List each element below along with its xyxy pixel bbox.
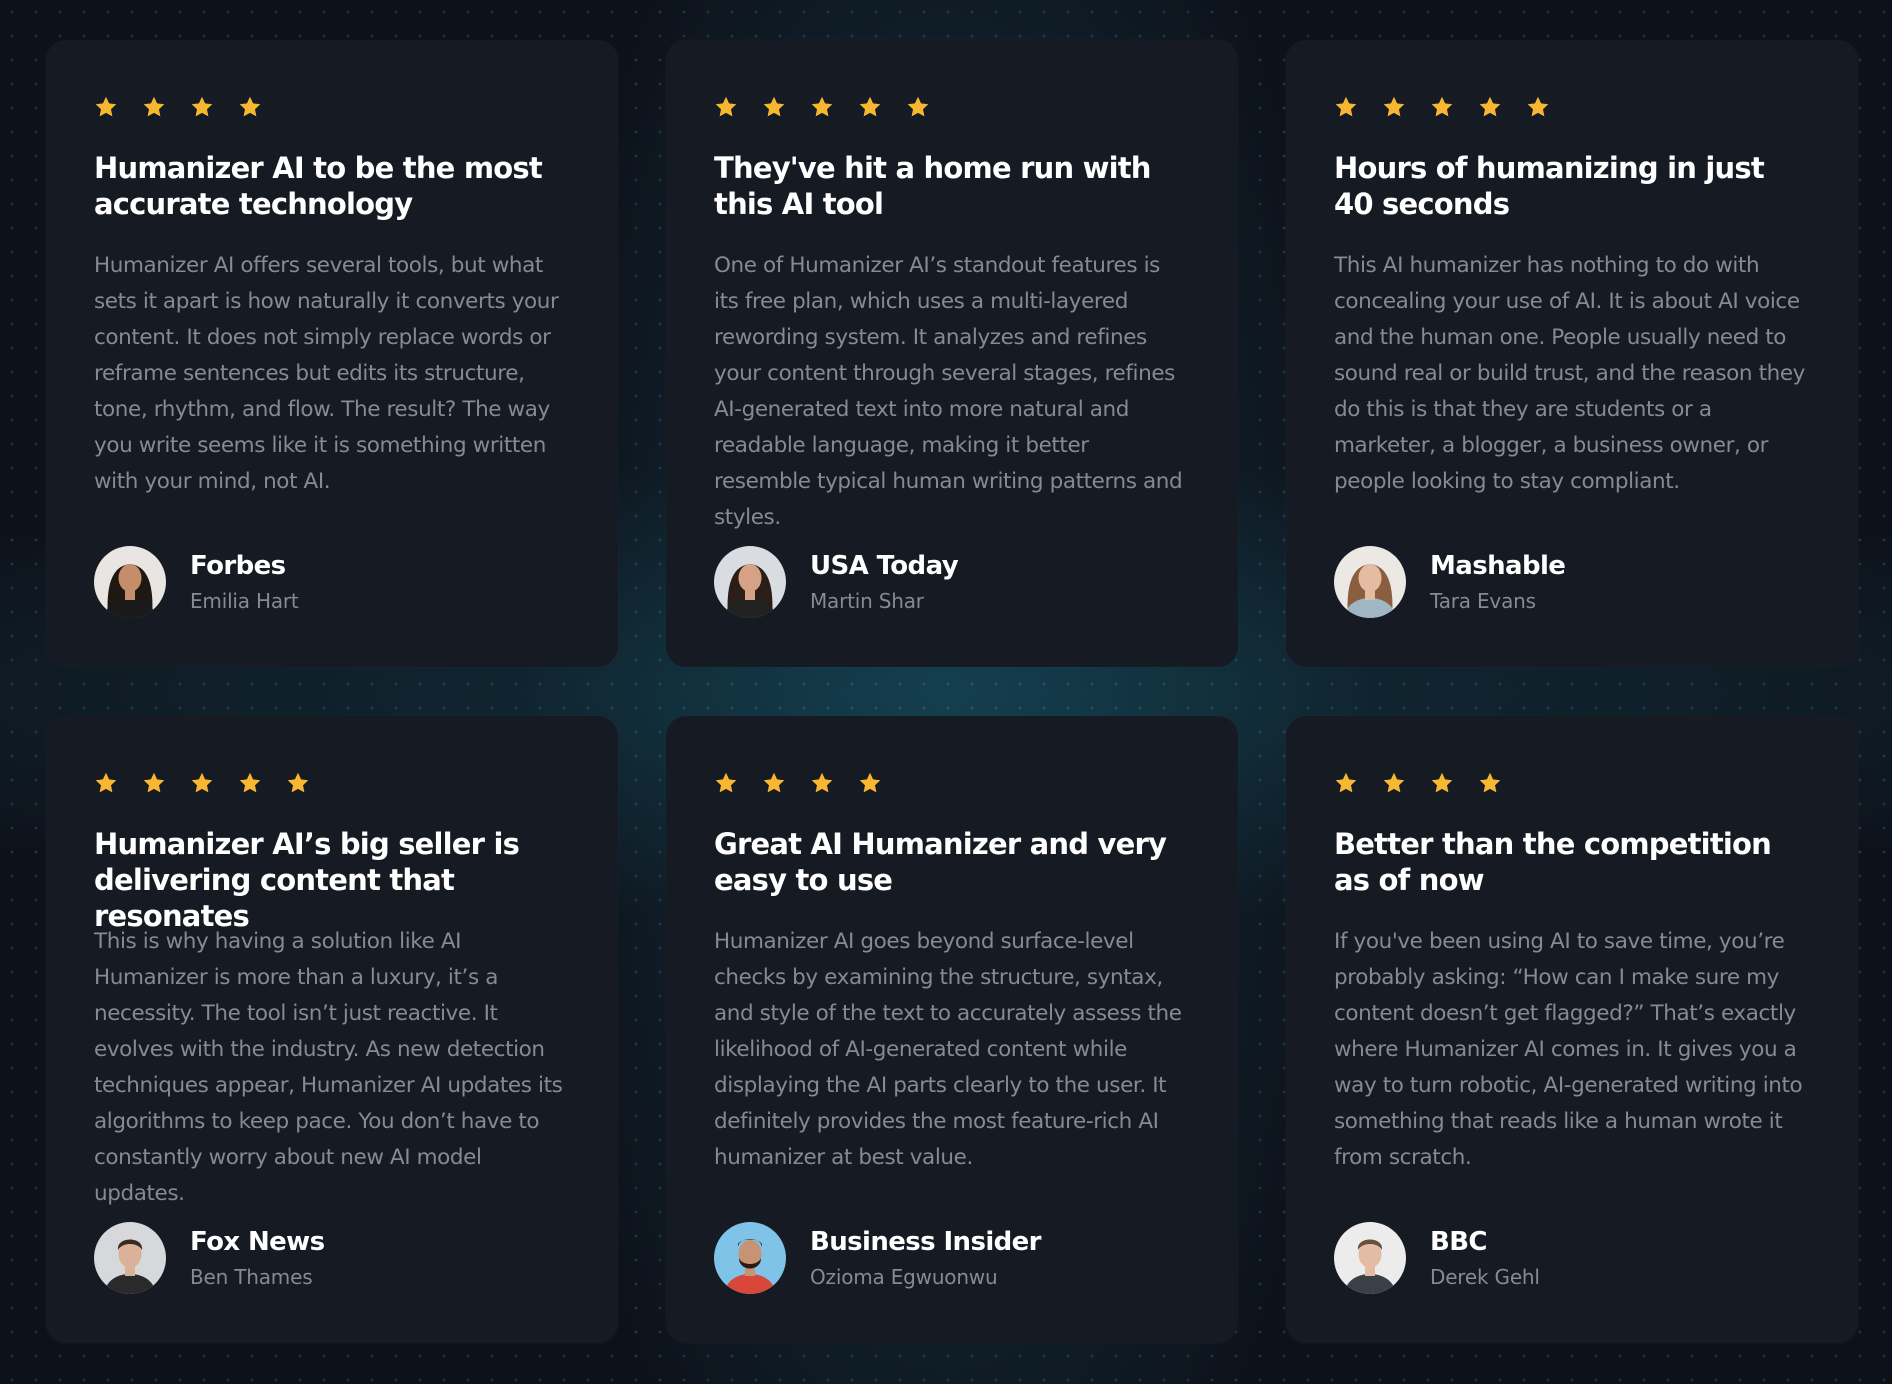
star-icon: [238, 771, 262, 795]
testimonial-body: This AI humanizer has nothing to do with…: [1334, 253, 1805, 494]
outlet-name: Business Insider: [810, 1227, 1042, 1257]
star-rating: [94, 768, 570, 798]
reviewer-name: Derek Gehl: [1430, 1265, 1540, 1289]
testimonials-grid: Humanizer AI to be the most accurate tec…: [46, 40, 1858, 1343]
reviewer-name: Emilia Hart: [190, 589, 299, 613]
testimonial-body: Humanizer AI goes beyond surface-level c…: [714, 929, 1182, 1170]
testimonial-body: This is why having a solution like AI Hu…: [94, 929, 563, 1206]
reviewer-name: Ben Thames: [190, 1265, 313, 1289]
star-icon: [1478, 771, 1502, 795]
outlet-name: BBC: [1430, 1227, 1488, 1257]
testimonial-title: Great AI Humanizer and very easy to use: [714, 827, 1167, 897]
star-icon: [238, 95, 262, 119]
testimonial-author: BBC Derek Gehl: [1334, 1222, 1540, 1294]
testimonial-card: Humanizer AI to be the most accurate tec…: [46, 40, 618, 667]
star-icon: [858, 771, 882, 795]
testimonial-body: If you've been using AI to save time, yo…: [1334, 929, 1803, 1170]
star-icon: [1526, 95, 1550, 119]
star-icon: [714, 95, 738, 119]
star-rating: [1334, 768, 1810, 798]
star-icon: [858, 95, 882, 119]
testimonial-author: Fox News Ben Thames: [94, 1222, 325, 1294]
star-icon: [94, 95, 118, 119]
star-rating: [94, 92, 570, 122]
testimonial-card: Better than the competition as of now If…: [1286, 716, 1858, 1343]
avatar-man: [1334, 1222, 1406, 1294]
testimonial-body: Humanizer AI offers several tools, but w…: [94, 253, 559, 494]
star-icon: [762, 95, 786, 119]
avatar-woman-dark-hair: [714, 546, 786, 618]
star-icon: [714, 771, 738, 795]
testimonial-author: Mashable Tara Evans: [1334, 546, 1566, 618]
avatar-woman-light-hair: [1334, 546, 1406, 618]
avatar-man: [94, 1222, 166, 1294]
star-icon: [1382, 771, 1406, 795]
star-icon: [810, 95, 834, 119]
testimonial-title: Humanizer AI’s big seller is delivering …: [94, 827, 520, 933]
star-icon: [190, 771, 214, 795]
star-icon: [1334, 95, 1358, 119]
star-icon: [1430, 771, 1454, 795]
testimonial-card: They've hit a home run with this AI tool…: [666, 40, 1238, 667]
outlet-name: USA Today: [810, 551, 959, 581]
testimonial-author: USA Today Martin Shar: [714, 546, 959, 618]
star-icon: [142, 95, 166, 119]
star-icon: [190, 95, 214, 119]
star-icon: [1382, 95, 1406, 119]
star-icon: [286, 771, 310, 795]
testimonial-title: Humanizer AI to be the most accurate tec…: [94, 151, 543, 221]
star-icon: [906, 95, 930, 119]
testimonial-card: Great AI Humanizer and very easy to use …: [666, 716, 1238, 1343]
star-icon: [810, 771, 834, 795]
reviewer-name: Ozioma Egwuonwu: [810, 1265, 998, 1289]
avatar-man-beard: [714, 1222, 786, 1294]
testimonial-body: One of Humanizer AI’s standout features …: [714, 253, 1183, 530]
star-icon: [1478, 95, 1502, 119]
testimonial-card: Hours of humanizing in just 40 seconds T…: [1286, 40, 1858, 667]
star-rating: [714, 92, 1190, 122]
testimonial-title: Hours of humanizing in just 40 seconds: [1334, 151, 1765, 221]
star-icon: [142, 771, 166, 795]
testimonial-title: They've hit a home run with this AI tool: [714, 151, 1151, 221]
star-icon: [94, 771, 118, 795]
star-icon: [1430, 95, 1454, 119]
outlet-name: Fox News: [190, 1227, 325, 1257]
outlet-name: Mashable: [1430, 551, 1566, 581]
star-rating: [714, 768, 1190, 798]
star-icon: [762, 771, 786, 795]
testimonial-title: Better than the competition as of now: [1334, 827, 1772, 897]
reviewer-name: Tara Evans: [1430, 589, 1536, 613]
star-rating: [1334, 92, 1810, 122]
avatar-woman-dark-hair: [94, 546, 166, 618]
reviewer-name: Martin Shar: [810, 589, 924, 613]
testimonial-author: Business Insider Ozioma Egwuonwu: [714, 1222, 1042, 1294]
star-icon: [1334, 771, 1358, 795]
testimonial-author: Forbes Emilia Hart: [94, 546, 299, 618]
outlet-name: Forbes: [190, 551, 286, 581]
testimonial-card: Humanizer AI’s big seller is delivering …: [46, 716, 618, 1343]
